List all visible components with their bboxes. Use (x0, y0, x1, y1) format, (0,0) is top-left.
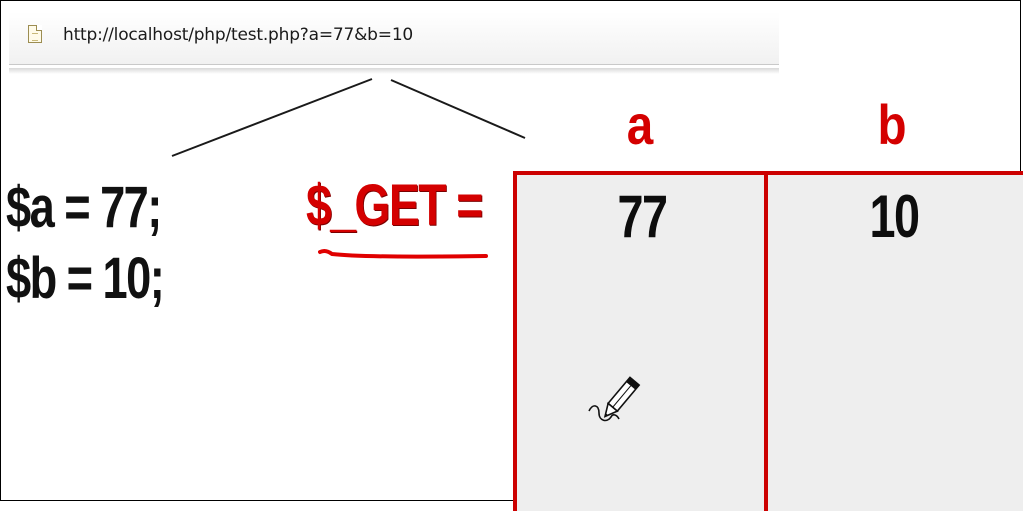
cell-value-b: 10 (869, 183, 921, 250)
document-icon (28, 25, 42, 43)
browser-address-bar[interactable]: http://localhost/php/test.php?a=77&b=10 (9, 12, 779, 74)
get-array-label: $_GET = (306, 173, 483, 238)
column-header-a: a (626, 93, 654, 156)
column-header-b: b (877, 93, 907, 156)
get-underline (318, 248, 488, 259)
cell-value-a: 77 (617, 183, 669, 250)
variable-b-assignment: $b = 10; (6, 246, 165, 311)
pencil-icon (588, 376, 641, 422)
variable-a-assignment: $a = 77; (6, 175, 162, 240)
table-column-divider (764, 171, 768, 511)
url-text[interactable]: http://localhost/php/test.php?a=77&b=10 (63, 25, 413, 45)
get-array-table (513, 171, 1023, 511)
